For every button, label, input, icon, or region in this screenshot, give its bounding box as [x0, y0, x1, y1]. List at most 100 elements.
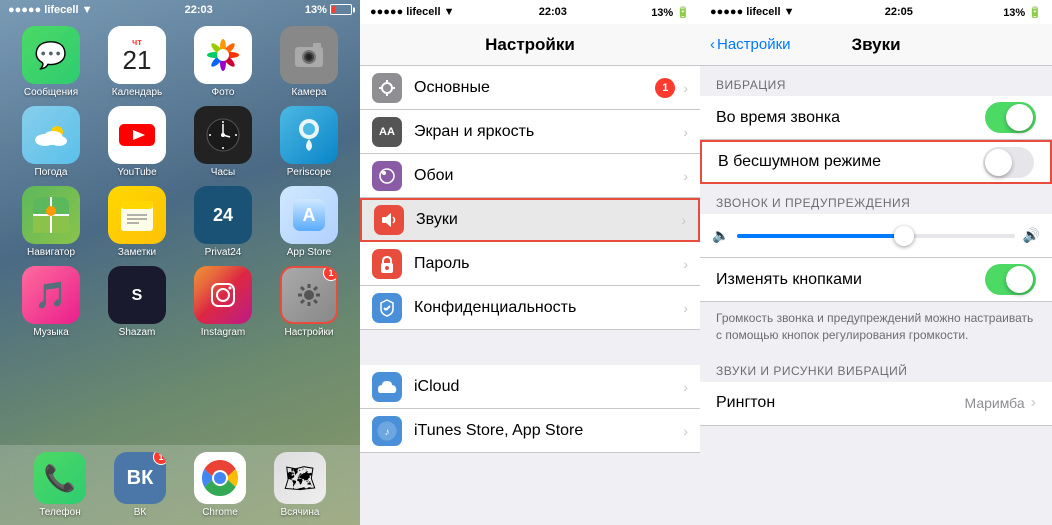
settings-row-icloud[interactable]: iCloud ›	[360, 365, 700, 409]
settings-row-sounds[interactable]: Звуки ›	[360, 198, 700, 242]
ringtone-label: Рингтон	[716, 394, 965, 412]
settings-row-password[interactable]: Пароль ›	[360, 242, 700, 286]
settings-icon-password	[372, 249, 402, 279]
dock-label-vk: ВК	[134, 507, 147, 518]
settings-row-general[interactable]: Основные 1 ›	[360, 66, 700, 110]
dock-maps[interactable]: 🗺 Всячина	[274, 452, 326, 518]
settings-row-wallpaper[interactable]: Обои ›	[360, 154, 700, 198]
settings-label-password: Пароль	[414, 255, 683, 273]
settings-icon-display: AA	[372, 117, 402, 147]
settings-chevron-privacy: ›	[683, 300, 688, 316]
app-privat24[interactable]: 24 Privat24	[184, 186, 262, 258]
sounds-row-silent-mode: В бесшумном режиме	[700, 140, 1052, 184]
carrier-home: ●●●●● lifecell ▼	[8, 4, 92, 16]
app-icon-instagram	[194, 266, 252, 324]
settings-row-itunes[interactable]: ♪ iTunes Store, App Store ›	[360, 409, 700, 453]
app-weather[interactable]: Погода	[12, 106, 90, 178]
dock-vk[interactable]: ВК 1 ВК	[114, 452, 166, 518]
sounds-nav-title: Звуки	[851, 35, 900, 55]
app-label-photos: Фото	[212, 87, 235, 98]
settings-separator	[360, 330, 700, 365]
app-clock[interactable]: Часы	[184, 106, 262, 178]
app-calendar[interactable]: чт 21 Календарь	[98, 26, 176, 98]
silent-mode-toggle[interactable]	[983, 147, 1034, 178]
during-call-label: Во время звонка	[716, 109, 985, 127]
dock-icon-phone: 📞	[34, 452, 86, 504]
app-instagram[interactable]: Instagram	[184, 266, 262, 338]
settings-badge: 1	[323, 266, 338, 281]
ringtone-value: Маримба	[965, 395, 1025, 411]
svg-text:♪: ♪	[385, 427, 390, 438]
app-label-privat24: Privat24	[205, 247, 242, 258]
silent-mode-toggle-thumb	[985, 149, 1012, 176]
during-call-toggle[interactable]	[985, 102, 1036, 133]
app-label-calendar: Календарь	[112, 87, 162, 98]
app-label-appstore: App Store	[287, 247, 331, 258]
sounds-row-change-buttons: Изменять кнопками	[700, 258, 1052, 302]
settings-label-wallpaper: Обои	[414, 167, 683, 185]
app-photos[interactable]: Фото	[184, 26, 262, 98]
settings-icon-icloud	[372, 372, 402, 402]
volume-slider-track[interactable]	[737, 234, 1014, 238]
svg-text:A: A	[303, 205, 316, 225]
app-label-messages: Сообщения	[24, 87, 78, 98]
volume-slider-thumb[interactable]	[894, 226, 914, 246]
settings-row-display[interactable]: AA Экран и яркость ›	[360, 110, 700, 154]
dock-phone[interactable]: 📞 Телефон	[34, 452, 86, 518]
settings-nav-title: Настройки	[485, 35, 575, 55]
app-settings[interactable]: 1 Настройки	[270, 266, 348, 338]
app-shazam[interactable]: S Shazam	[98, 266, 176, 338]
app-icon-messages: 💬	[22, 26, 80, 84]
app-label-notes: Заметки	[118, 247, 156, 258]
dock-icon-maps: 🗺	[274, 452, 326, 504]
sounds-row-ringtone[interactable]: Рингтон Маримба ›	[700, 382, 1052, 426]
panel-homescreen: ●●●●● lifecell ▼ 22:03 13% 💬 Сообщения ч…	[0, 0, 360, 525]
settings-icon-sounds	[374, 205, 404, 235]
app-label-shazam: Shazam	[119, 327, 156, 338]
sounds-row-during-call: Во время звонка	[700, 96, 1052, 140]
vk-text: ВК	[127, 467, 154, 490]
settings-chevron-icloud: ›	[683, 379, 688, 395]
settings-icon-general	[372, 73, 402, 103]
app-maps[interactable]: Навигатор	[12, 186, 90, 258]
app-icon-weather	[22, 106, 80, 164]
app-messages[interactable]: 💬 Сообщения	[12, 26, 90, 98]
app-icon-periscope	[280, 106, 338, 164]
sounds-content: ВИБРАЦИЯ Во время звонка В бесшумном реж…	[700, 66, 1052, 525]
silent-mode-label: В бесшумном режиме	[718, 153, 983, 171]
settings-row-privacy[interactable]: Конфиденциальность ›	[360, 286, 700, 330]
app-icon-settings: 1	[280, 266, 338, 324]
settings-icon-itunes: ♪	[372, 416, 402, 446]
app-periscope[interactable]: Periscope	[270, 106, 348, 178]
carrier-settings: ●●●●● lifecell ▼	[370, 6, 454, 18]
panel-settings-list: ●●●●● lifecell ▼ 22:03 13% 🔋 Настройки О…	[360, 0, 700, 525]
volume-slider-row: 🔈 🔊	[700, 214, 1052, 258]
app-notes[interactable]: Заметки	[98, 186, 176, 258]
vibration-section-header: ВИБРАЦИЯ	[700, 66, 1052, 96]
app-icon-maps	[22, 186, 80, 244]
app-camera[interactable]: Камера	[270, 26, 348, 98]
settings-chevron-general: ›	[683, 80, 688, 96]
dock-chrome[interactable]: Chrome	[194, 452, 246, 518]
vk-badge: 1	[153, 452, 166, 465]
app-icon-shazam: S	[108, 266, 166, 324]
sounds-back-button[interactable]: ‹ Настройки	[710, 36, 791, 53]
settings-list: Основные 1 › AA Экран и яркость › Обои ›	[360, 66, 700, 525]
settings-label-icloud: iCloud	[414, 378, 683, 396]
ringtone-section-header: ЗВОНОК И ПРЕДУПРЕЖДЕНИЯ	[700, 184, 1052, 214]
settings-chevron-itunes: ›	[683, 423, 688, 439]
settings-label-itunes: iTunes Store, App Store	[414, 422, 683, 440]
volume-info-text: Громкость звонка и предупреждений можно …	[700, 302, 1052, 352]
settings-icon-wallpaper	[372, 161, 402, 191]
change-buttons-toggle[interactable]	[985, 264, 1036, 295]
ringtone-chevron-icon: ›	[1031, 394, 1036, 412]
app-label-weather: Погода	[35, 167, 68, 178]
app-appstore[interactable]: A App Store	[270, 186, 348, 258]
settings-badge-general: 1	[655, 78, 675, 98]
settings-nav-bar: Настройки	[360, 24, 700, 66]
status-bar-settings: ●●●●● lifecell ▼ 22:03 13% 🔋	[360, 0, 700, 24]
dock-icon-vk: ВК 1	[114, 452, 166, 504]
app-youtube[interactable]: YouTube	[98, 106, 176, 178]
app-label-music: Музыка	[33, 327, 68, 338]
app-music[interactable]: 🎵 Музыка	[12, 266, 90, 338]
